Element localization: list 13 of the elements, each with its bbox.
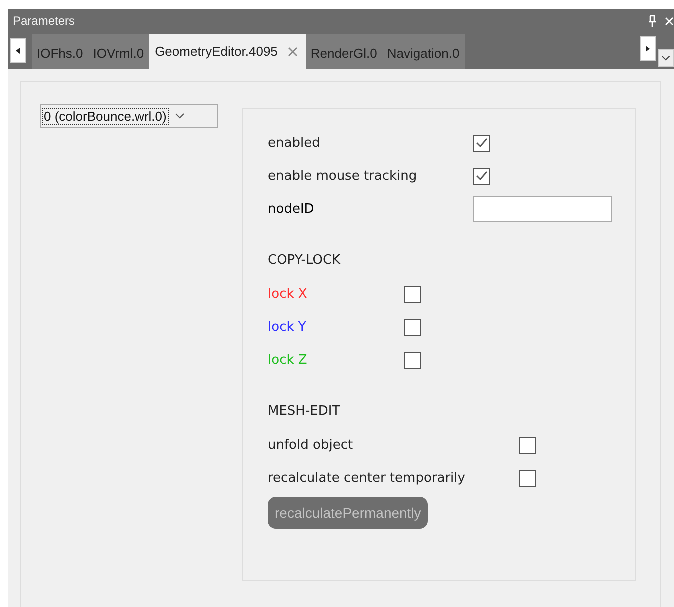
- field-label: nodeID: [268, 202, 316, 216]
- option-label: enable mouse tracking: [268, 168, 418, 184]
- option-label: enabled: [268, 136, 322, 150]
- panel-title: Parameters: [13, 14, 76, 28]
- option-label: recalculate center temporarily: [268, 470, 466, 486]
- option-label: lock Z: [268, 352, 308, 368]
- option-label: unfold object: [268, 438, 354, 452]
- option-label: lock Y: [268, 320, 308, 334]
- section-heading: COPY-LOCK: [268, 252, 342, 270]
- tab[interactable]: GeometryEditor.4095: [149, 34, 306, 69]
- section-heading: MESH-EDIT: [268, 403, 342, 421]
- option-label: lock X: [268, 286, 308, 302]
- node-dropdown[interactable]: 0 (colorBounce.wrl.0): [40, 104, 218, 128]
